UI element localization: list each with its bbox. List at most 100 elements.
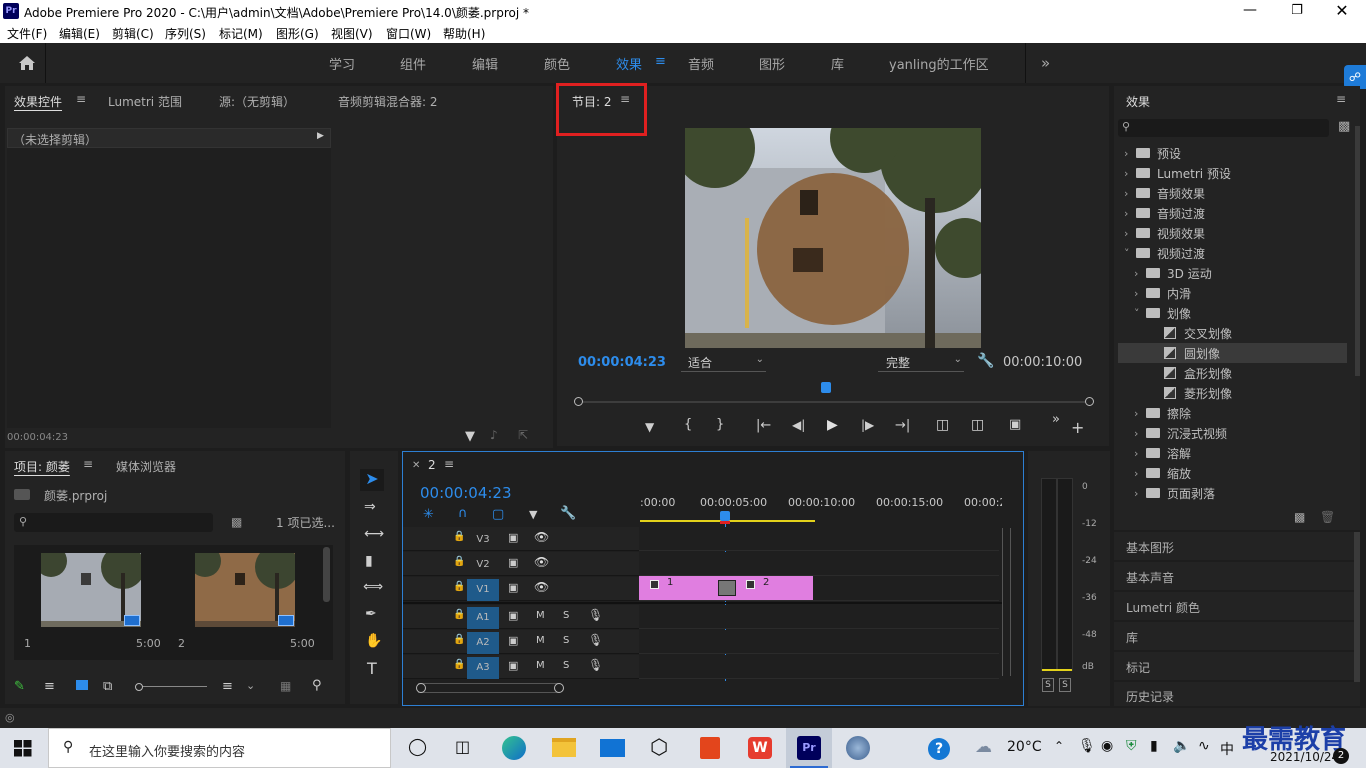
workspace-menu-icon[interactable]: ≡ — [655, 54, 666, 69]
tab-lumetri-scopes[interactable]: Lumetri 范围 — [108, 93, 182, 110]
voiceover-mic-icon[interactable]: 🎙 — [588, 608, 603, 622]
eye-icon[interactable]: 👁 — [534, 530, 549, 544]
tab-effect-controls-menu-icon[interactable]: ≡ — [76, 92, 86, 106]
freeform-view-icon[interactable]: ⧉ — [103, 679, 112, 694]
tab-media-browser[interactable]: 媒体浏览器 — [116, 458, 176, 475]
menu-view[interactable]: 视图(V) — [331, 25, 373, 42]
program-playhead[interactable] — [821, 382, 831, 393]
track-target-button[interactable]: V3 — [467, 529, 499, 551]
office-icon[interactable] — [700, 737, 720, 759]
tab-effect-controls[interactable]: 效果控件 — [14, 93, 62, 110]
track-target-button[interactable]: V2 — [467, 554, 499, 576]
effects-tree-item[interactable]: › 视频效果 — [1118, 223, 1347, 243]
slip-tool-icon[interactable]: ⟺ — [363, 579, 383, 595]
eye-icon[interactable]: 👁 — [534, 555, 549, 569]
mute-button[interactable]: M — [536, 610, 545, 621]
effects-tree-item[interactable]: › 音频效果 — [1118, 183, 1347, 203]
go-to-out-icon[interactable]: →| — [895, 418, 910, 433]
new-bin-icon[interactable]: ▩ — [1294, 510, 1305, 524]
effects-scrollbar[interactable] — [1355, 126, 1360, 376]
qq-icon[interactable]: ◉ — [1101, 738, 1113, 754]
pen-tool-icon[interactable]: ✒ — [365, 606, 377, 622]
help-icon[interactable]: ? — [928, 738, 950, 760]
zoom-slider[interactable] — [135, 683, 207, 691]
mark-out-icon[interactable]: } — [716, 417, 724, 432]
workspace-custom[interactable]: yanling的工作区 — [889, 54, 989, 73]
clock-date[interactable]: 2021/10/24 — [1270, 750, 1339, 764]
chevron-down-icon[interactable]: ˅ — [1124, 247, 1136, 260]
file-explorer-icon[interactable] — [552, 738, 576, 757]
new-custom-bin-icon[interactable]: ▩ — [1338, 119, 1350, 134]
step-forward-icon[interactable]: |▶ — [861, 418, 874, 432]
menu-clip[interactable]: 剪辑(C) — [112, 25, 154, 42]
chevron-right-icon[interactable]: › — [1124, 187, 1136, 200]
list-view-icon[interactable]: ≡ — [44, 679, 55, 694]
ime-indicator[interactable]: 中 — [1220, 739, 1234, 759]
filter-icon[interactable]: ▼ — [465, 429, 475, 444]
find-icon[interactable]: ⚲ — [312, 678, 322, 693]
lock-icon[interactable]: 🔒 — [453, 634, 465, 645]
workspace-color[interactable]: 颜色 — [544, 54, 570, 73]
premiere-taskbar-icon[interactable]: Pr — [786, 728, 832, 768]
menu-sequence[interactable]: 序列(S) — [165, 25, 206, 42]
right-column-scrollbar[interactable] — [1354, 532, 1360, 682]
menu-marker[interactable]: 标记(M) — [219, 25, 263, 42]
workspace-audio[interactable]: 音频 — [688, 54, 714, 73]
chevron-right-icon[interactable]: › — [1134, 467, 1146, 480]
home-icon[interactable] — [18, 55, 36, 71]
tab-project[interactable]: 项目: 颜萎 — [14, 458, 70, 475]
overflow-icon[interactable]: » — [1052, 412, 1060, 427]
effects-tree-item[interactable]: › 溶解 — [1118, 443, 1347, 463]
menu-edit[interactable]: 编辑(E) — [59, 25, 100, 42]
cortana-icon[interactable]: ◯ — [408, 737, 427, 757]
video-clip-v1[interactable]: 1 2 — [639, 576, 813, 600]
sort-icon[interactable]: ≡ — [222, 679, 233, 694]
chevron-down-icon[interactable]: ˅ — [1134, 307, 1146, 320]
effects-tree-item[interactable]: › 音频过渡 — [1118, 203, 1347, 223]
track-lane[interactable] — [639, 630, 999, 654]
export-icon[interactable]: ⇱ — [518, 428, 528, 442]
lock-icon[interactable]: 🔒 — [453, 531, 465, 542]
effects-tree-item[interactable]: 盒形划像 — [1118, 363, 1347, 383]
battery-icon[interactable]: ▮ — [1150, 738, 1158, 754]
edge-icon[interactable] — [502, 736, 526, 760]
delete-icon[interactable]: 🗑 — [1320, 510, 1335, 524]
workspace-editing[interactable]: 编辑 — [472, 54, 498, 73]
tab-audio-clip-mixer[interactable]: 音频剪辑混合器: 2 — [338, 93, 438, 110]
mute-button[interactable]: M — [536, 660, 545, 671]
chevron-right-icon[interactable]: › — [1124, 207, 1136, 220]
task-view-icon[interactable]: ◫ — [455, 737, 470, 756]
wps-icon[interactable]: W — [748, 737, 772, 759]
wrench-icon[interactable]: 🔧 — [977, 353, 994, 369]
new-bin-from-search-icon[interactable]: ▩ — [231, 515, 242, 529]
chevron-right-icon[interactable]: › — [1124, 227, 1136, 240]
timeline-playhead[interactable] — [720, 511, 730, 521]
solo-right-button[interactable]: S — [1059, 678, 1071, 692]
workspace-libraries[interactable]: 库 — [831, 54, 844, 73]
track-lane[interactable] — [639, 605, 999, 629]
effects-tree-item[interactable]: ˅ 划像 — [1118, 303, 1347, 323]
track-vertical-scroll[interactable] — [1002, 528, 1011, 618]
chevron-right-icon[interactable]: › — [1134, 487, 1146, 500]
mark-in-icon[interactable]: { — [684, 417, 692, 432]
quality-dropdown[interactable]: 完整 ⌄ — [878, 353, 964, 372]
panel-markers[interactable]: 标记 — [1114, 652, 1360, 680]
workspace-effects[interactable]: 效果 — [616, 54, 642, 73]
chevron-right-icon[interactable]: › — [1134, 287, 1146, 300]
fit-dropdown[interactable]: 适合 ⌄ — [681, 353, 766, 372]
icon-view-icon[interactable] — [76, 680, 88, 690]
voiceover-mic-icon[interactable]: 🎙 — [588, 633, 603, 647]
menu-file[interactable]: 文件(F) — [7, 25, 47, 42]
volume-icon[interactable]: 🔈 — [1173, 738, 1190, 754]
track-target-button[interactable]: V1 — [467, 579, 499, 601]
effects-tree-item[interactable]: 菱形划像 — [1118, 383, 1347, 403]
effects-tree-item[interactable]: ˅ 视频过渡 — [1118, 243, 1347, 263]
timeline-settings-wrench-icon[interactable]: 🔧 — [560, 506, 576, 521]
track-target-button[interactable]: A2 — [467, 632, 499, 654]
play-icon[interactable]: ▶ — [827, 417, 838, 433]
microphone-icon[interactable]: 🎙 — [1078, 738, 1096, 754]
snap-icon[interactable]: ✳ — [423, 507, 434, 522]
track-target-button[interactable]: A3 — [467, 657, 499, 679]
app-hexagon-icon[interactable]: ⬡ — [650, 735, 668, 759]
panel-lumetri-color[interactable]: Lumetri 颜色 — [1114, 592, 1360, 620]
